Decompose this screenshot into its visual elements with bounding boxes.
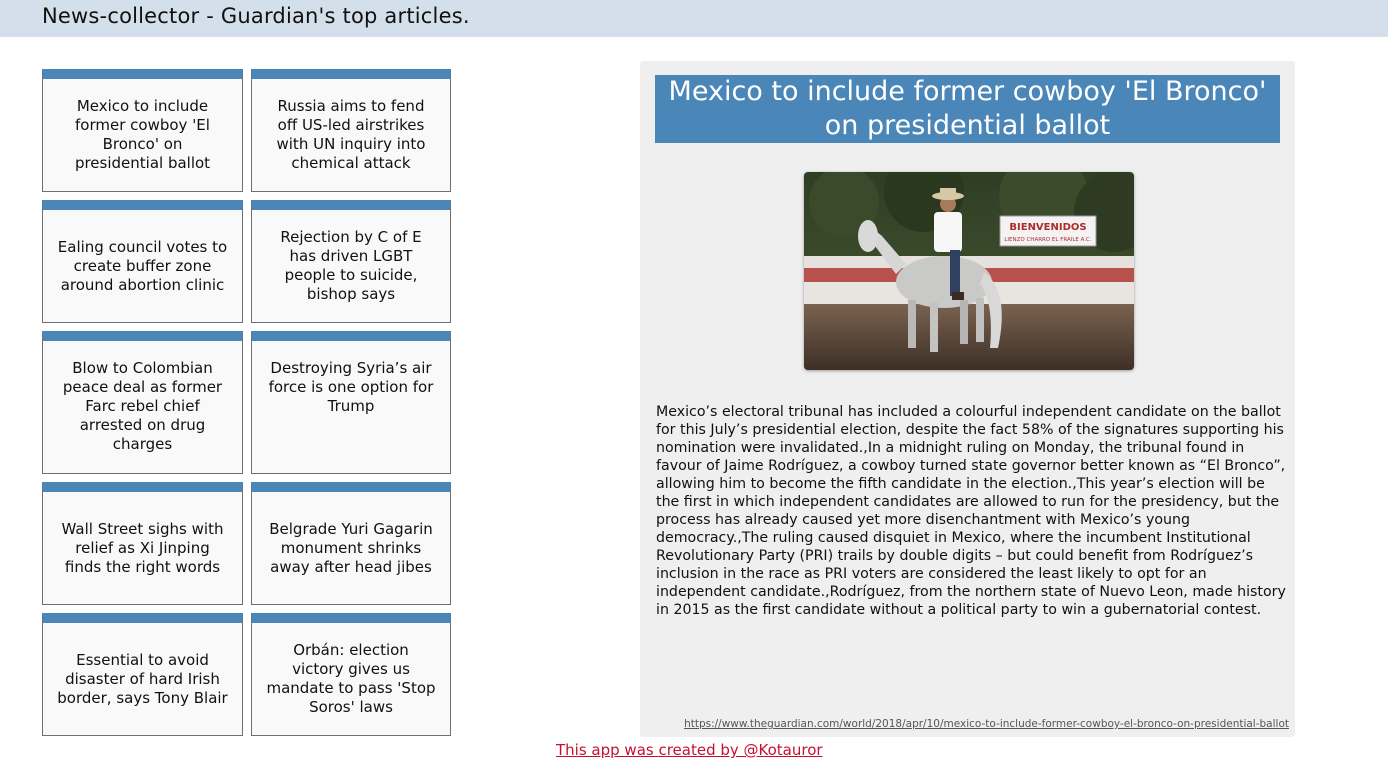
article-detail-panel: Mexico to include former cowboy 'El Bron… bbox=[640, 61, 1295, 737]
source-link[interactable]: https://www.theguardian.com/world/2018/a… bbox=[640, 718, 1295, 730]
article-card[interactable]: Russia aims to fend off US-led airstrike… bbox=[251, 69, 451, 192]
app-title: News-collector - Guardian's top articles… bbox=[42, 4, 470, 28]
article-grid: Mexico to include former cowboy 'El Bron… bbox=[42, 69, 451, 736]
article-card[interactable]: Destroying Syria’s air force is one opti… bbox=[251, 331, 451, 474]
article-card[interactable]: Wall Street sighs with relief as Xi Jinp… bbox=[42, 482, 243, 605]
top-bar: News-collector - Guardian's top articles… bbox=[0, 0, 1388, 37]
article-card[interactable]: Belgrade Yuri Gagarin monument shrinks a… bbox=[251, 482, 451, 605]
article-detail-title: Mexico to include former cowboy 'El Bron… bbox=[655, 75, 1280, 143]
article-card[interactable]: Mexico to include former cowboy 'El Bron… bbox=[42, 69, 243, 192]
article-body: Mexico’s electoral tribunal has included… bbox=[656, 404, 1286, 618]
article-card[interactable]: Rejection by C of E has driven LGBT peop… bbox=[251, 200, 451, 323]
article-photo: BIENVENIDOS LIENZO CHARRO EL FRAILE A.C. bbox=[804, 172, 1134, 370]
sign-text: BIENVENIDOS bbox=[1009, 222, 1086, 233]
article-card[interactable]: Ealing council votes to create buffer zo… bbox=[42, 200, 243, 323]
article-card[interactable]: Blow to Colombian peace deal as former F… bbox=[42, 331, 243, 474]
article-card[interactable]: Essential to avoid disaster of hard Iris… bbox=[42, 613, 243, 736]
article-card[interactable]: Orbán: election victory gives us mandate… bbox=[251, 613, 451, 736]
author-credit-link[interactable]: This app was created by @Kotauror bbox=[556, 741, 823, 759]
sign-subtext: LIENZO CHARRO EL FRAILE A.C. bbox=[1004, 237, 1092, 243]
